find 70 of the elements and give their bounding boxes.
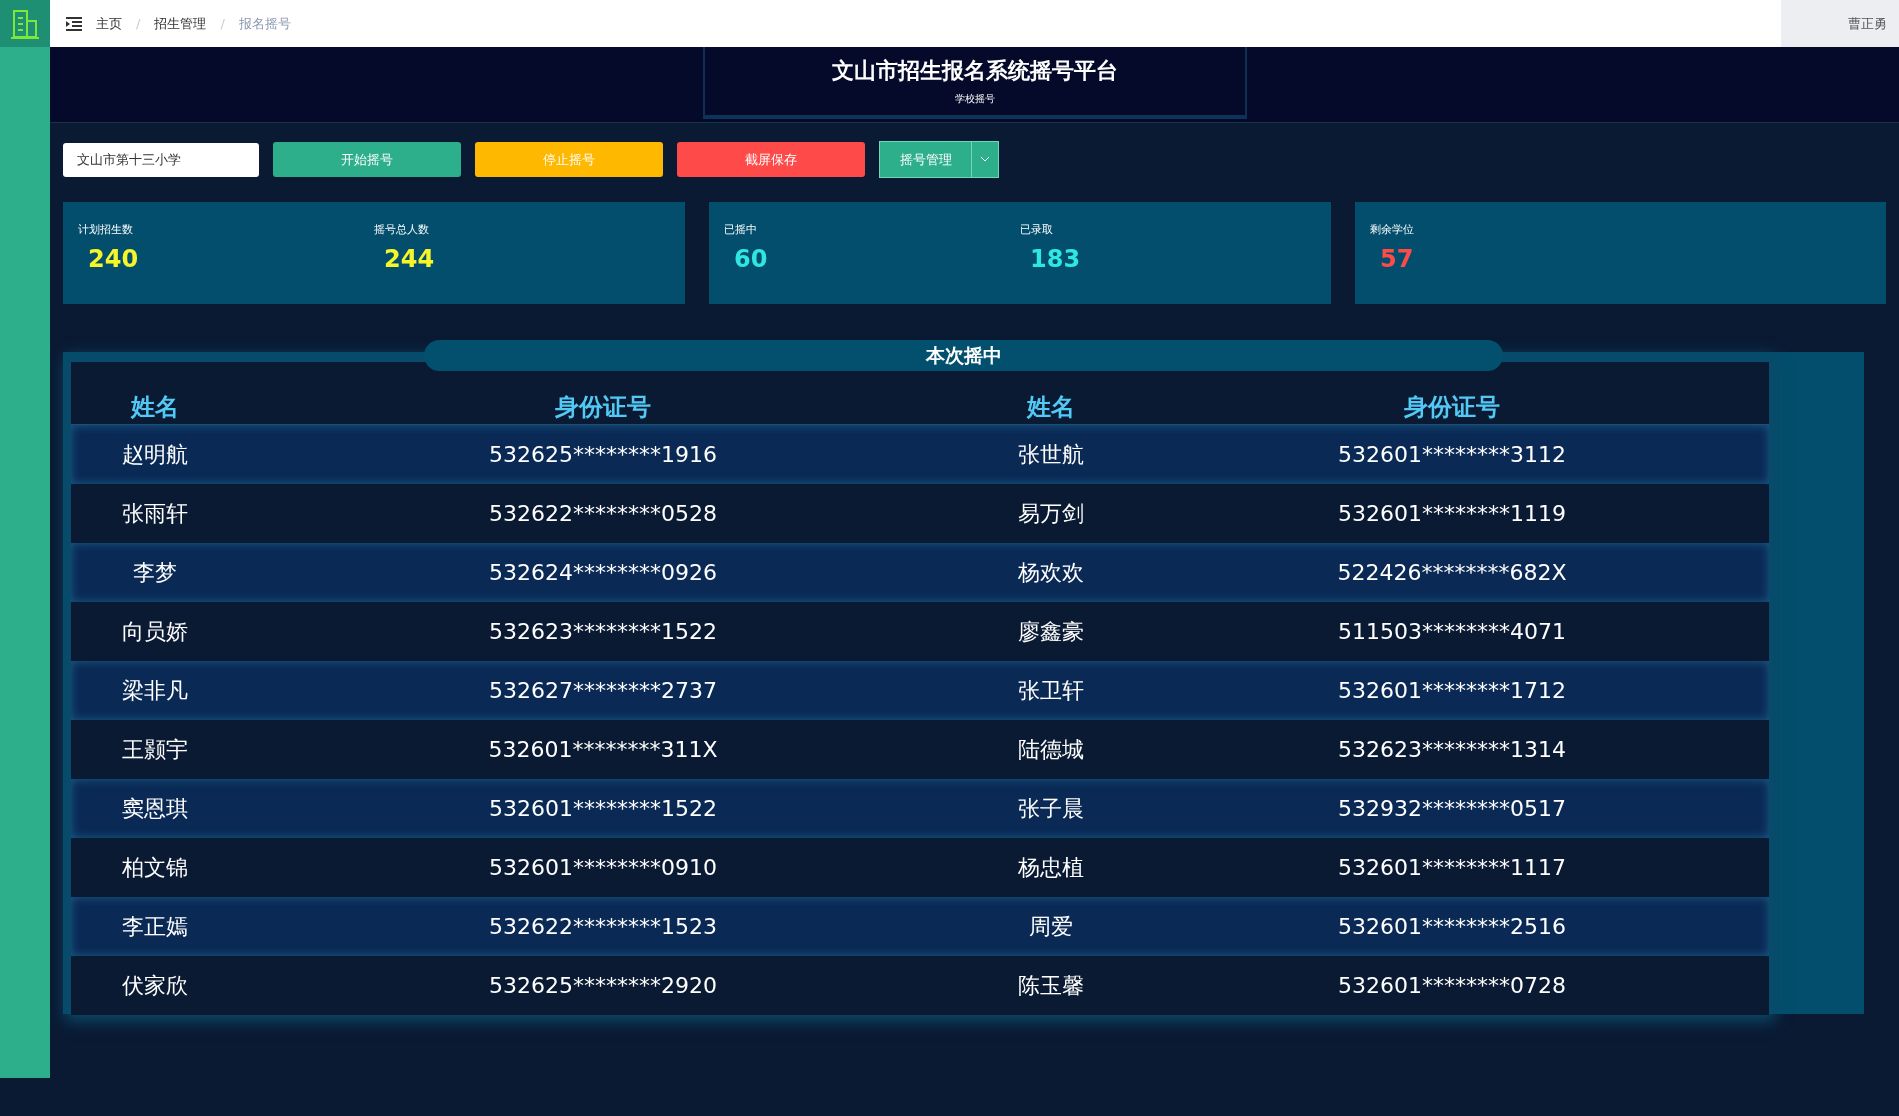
table-cell-text: 532601********3112 — [1337, 442, 1567, 467]
page-subtitle: 学校摇号 — [954, 92, 995, 106]
stat-value: 240 — [87, 245, 140, 273]
table-cell-text: 532601********1712 — [1337, 678, 1567, 703]
table-cell-text: 张雨轩 — [121, 499, 189, 528]
stat-value: 57 — [1379, 245, 1415, 273]
table-cell-text: 杨欢欢 — [1017, 558, 1085, 587]
column-header: 身份证号 — [1403, 392, 1501, 423]
table-cell-text: 张卫轩 — [1017, 676, 1085, 705]
table-cell-text: 杨忠植 — [1017, 853, 1085, 882]
table-cell-text: 532932********0517 — [1337, 796, 1567, 821]
table-cell-text: 王颢宇 — [121, 735, 189, 764]
table-cell-text: 陈玉馨 — [1017, 971, 1085, 1000]
stat-label: 已录取 — [1020, 222, 1054, 237]
panel-title: 本次摇中 — [424, 340, 1503, 371]
stat-label: 剩余学位 — [1370, 222, 1415, 237]
column-header: 身份证号 — [554, 392, 652, 423]
table-cell-text: 532601********1117 — [1337, 855, 1567, 880]
table-cell-text: 伏家欣 — [121, 971, 189, 1000]
table-cell-text: 张世航 — [1017, 440, 1085, 469]
action-button[interactable]: 开始摇号 — [273, 142, 461, 177]
stat-label: 已摇中 — [724, 222, 758, 237]
table-cell-text: 张子晨 — [1017, 794, 1085, 823]
stat-value: 183 — [1029, 245, 1082, 273]
table-cell-text: 532601********311X — [487, 737, 719, 762]
table-cell-text: 532625********1916 — [488, 442, 718, 467]
table-cell-text: 梁非凡 — [121, 676, 189, 705]
building-icon — [10, 7, 40, 40]
table-cell-text: 周爱 — [1028, 912, 1074, 941]
action-button[interactable]: 停止摇号 — [475, 142, 663, 177]
table-cell-text: 532623********1522 — [488, 619, 718, 644]
breadcrumb-link[interactable]: 报名摇号 — [238, 14, 291, 33]
column-header: 姓名 — [129, 392, 180, 423]
table-cell-text: 532601********0728 — [1337, 973, 1567, 998]
table-cell-text: 李梦 — [132, 558, 178, 587]
action-button[interactable]: 截屏保存 — [677, 142, 865, 177]
table-cell-text: 532623********1314 — [1337, 737, 1567, 762]
table-cell-text: 柏文锦 — [121, 853, 189, 882]
table-cell-text: 522426********682X — [1336, 560, 1568, 585]
breadcrumb-separator: / — [220, 16, 225, 31]
table-cell-text: 李正嫣 — [121, 912, 189, 941]
table-cell-text: 532601********1119 — [1337, 501, 1567, 526]
page-title: 文山市招生报名系统摇号平台 — [831, 57, 1118, 85]
table-cell-text: 532601********2516 — [1337, 914, 1567, 939]
table-cell-text: 532601********0910 — [488, 855, 718, 880]
school-select[interactable]: 文山市第十三小学 — [63, 142, 259, 177]
table-cell-text: 陆德城 — [1017, 735, 1085, 764]
breadcrumb-separator: / — [136, 16, 141, 31]
table-cell-text: 廖鑫豪 — [1017, 617, 1085, 646]
breadcrumb-link[interactable]: 主页 — [96, 14, 122, 33]
table-cell-text: 赵明航 — [121, 440, 189, 469]
column-header: 姓名 — [1025, 392, 1076, 423]
table-cell-text: 532627********2737 — [488, 678, 718, 703]
table-cell-text: 窦恩琪 — [121, 794, 189, 823]
table-cell-text: 532622********0528 — [488, 501, 718, 526]
table-cell-text: 532624********0926 — [488, 560, 718, 585]
table-cell-text: 532601********1522 — [488, 796, 718, 821]
caret-icon — [981, 157, 989, 162]
table-cell-text: 易万剑 — [1017, 499, 1085, 528]
table-cell-text: 532622********1523 — [488, 914, 718, 939]
breadcrumb-link[interactable]: 招生管理 — [154, 14, 207, 33]
table-cell-text: 511503********4071 — [1337, 619, 1567, 644]
menu-icon[interactable] — [66, 16, 82, 31]
stat-label: 摇号总人数 — [374, 222, 430, 237]
stat-value: 244 — [383, 245, 436, 273]
table-cell-text: 532625********2920 — [488, 973, 718, 998]
stat-value: 60 — [733, 245, 769, 273]
stat-label: 计划招生数 — [78, 222, 134, 237]
table-cell-text: 向员娇 — [121, 617, 189, 646]
user-menu[interactable]: 曹正勇 — [1781, 0, 1899, 47]
